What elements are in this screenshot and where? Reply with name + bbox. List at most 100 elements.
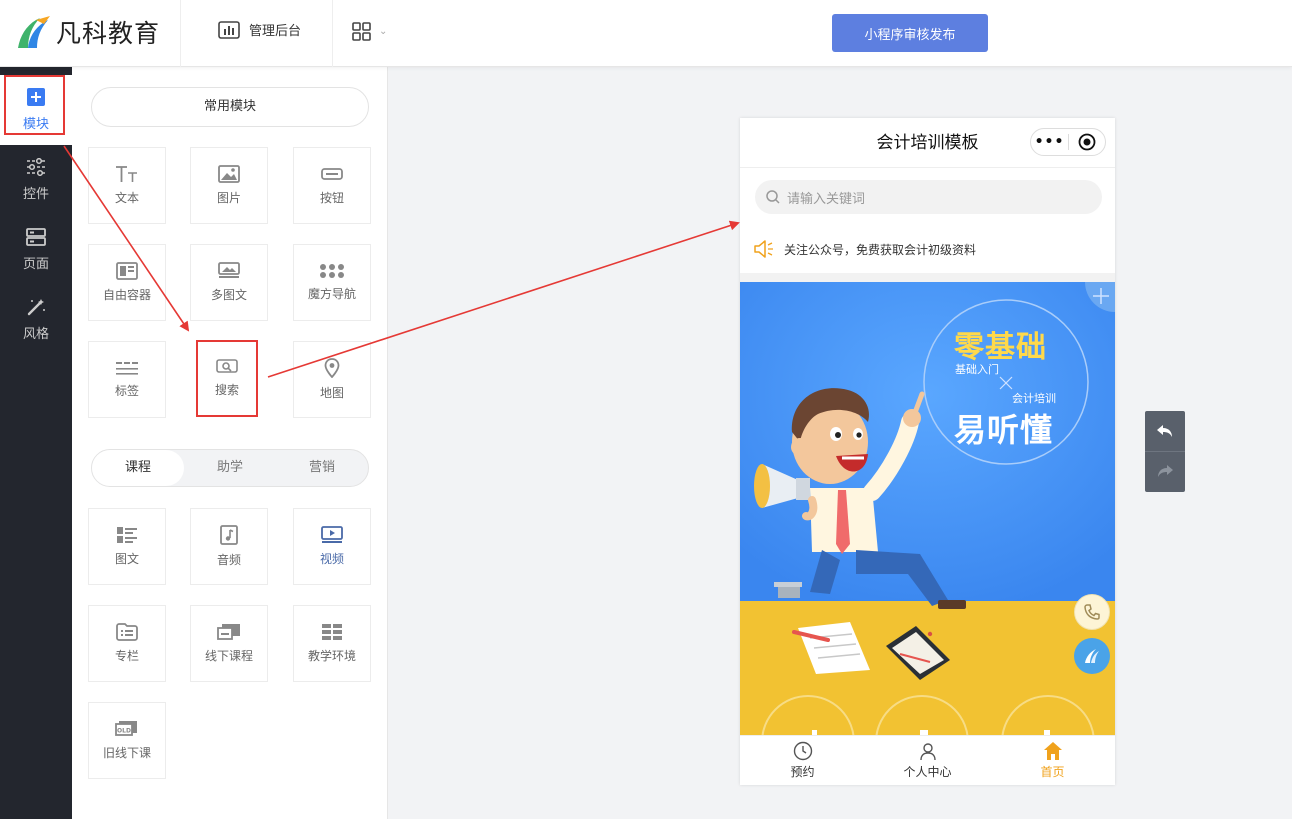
logo-mark-icon: [1085, 649, 1099, 663]
module-label: 搜索: [214, 383, 239, 397]
apps-menu[interactable]: ⌄: [352, 22, 387, 41]
map-pin-icon: [324, 358, 340, 378]
close-target-icon[interactable]: [1069, 133, 1105, 151]
module-panel: 常用模块 文本 图片 按钮 自由容器 多图文 魔方导航 标签 搜索 地图 课程 …: [72, 67, 388, 819]
admin-label: 管理后台: [249, 24, 302, 39]
module-audio[interactable]: 音频: [190, 508, 268, 585]
nav-label: 风格: [22, 327, 49, 342]
tab-study-aid[interactable]: 助学: [184, 450, 276, 486]
search-icon: [216, 359, 238, 373]
module-video[interactable]: 视频: [293, 508, 371, 585]
module-old-offline[interactable]: OLD 旧线下课: [88, 702, 166, 779]
plus-square-icon: [27, 88, 45, 106]
tab-marketing[interactable]: 营销: [276, 450, 368, 486]
phone-bottom-nav: 预约 个人中心 首页: [740, 735, 1115, 785]
admin-link[interactable]: 管理后台: [218, 20, 301, 39]
module-label: 自由容器: [102, 288, 151, 302]
tab-course[interactable]: 课程: [92, 450, 184, 486]
sliders-icon: [27, 158, 45, 176]
module-teaching-environment[interactable]: 教学环境: [293, 605, 371, 682]
common-modules-title: 常用模块: [91, 87, 369, 127]
module-label: 线下课程: [204, 649, 253, 663]
old-offline-icon: OLD: [115, 721, 137, 736]
module-label: 地图: [319, 386, 344, 400]
nav-label: 模块: [22, 117, 49, 132]
bottom-nav-home[interactable]: 首页: [990, 736, 1115, 785]
notice-text: 关注公众号，免费获取会计初级资料: [784, 242, 977, 257]
banner-image[interactable]: 零基础 基础入门 会计培训 易听懂: [740, 282, 1115, 785]
speaker-icon: [754, 240, 773, 258]
bottom-nav-label: 个人中心: [903, 765, 952, 779]
banner-headline-1: 零基础: [954, 330, 1047, 365]
banner-headline-2: 易听懂: [954, 411, 1054, 449]
clock-icon: [793, 741, 812, 761]
environment-icon: [322, 624, 342, 640]
redo-button[interactable]: [1145, 452, 1185, 492]
apps-grid-icon: [352, 22, 371, 41]
grid-dots-icon: [320, 264, 344, 278]
section-gap: [740, 273, 1115, 282]
phone-search-bar[interactable]: 请输入关键词: [755, 180, 1102, 214]
search-icon: [766, 190, 780, 204]
module-label: 视频: [319, 552, 344, 566]
bottom-nav-booking[interactable]: 预约: [740, 736, 865, 785]
nav-item-style[interactable]: 风格: [0, 285, 72, 355]
brand-float-button[interactable]: [1074, 638, 1110, 674]
module-label: 魔方导航: [307, 287, 356, 301]
module-label: 图文: [114, 552, 139, 566]
bottom-nav-profile[interactable]: 个人中心: [865, 736, 990, 785]
module-label: 教学环境: [307, 649, 356, 663]
more-dots-icon[interactable]: •••: [1031, 134, 1068, 150]
phone-icon: [1084, 604, 1100, 620]
module-label: 图片: [216, 191, 241, 205]
notice-bar[interactable]: 关注公众号，免费获取会计初级资料: [754, 240, 976, 258]
undo-icon: [1157, 425, 1172, 437]
logo-text: 凡科教育: [56, 19, 161, 48]
header-divider: [180, 0, 181, 67]
module-offline-course[interactable]: 线下课程: [190, 605, 268, 682]
module-button[interactable]: 按钮: [293, 147, 371, 224]
module-image[interactable]: 图片: [190, 147, 268, 224]
nav-item-controls[interactable]: 控件: [0, 145, 72, 215]
module-column[interactable]: 专栏: [88, 605, 166, 682]
logo[interactable]: 凡科教育: [14, 14, 160, 50]
multi-image-text-icon: [218, 262, 240, 278]
phone-call-button[interactable]: [1074, 594, 1110, 630]
mini-program-capsule[interactable]: •••: [1030, 128, 1106, 156]
page-layout-icon: [26, 228, 46, 246]
offline-course-icon: [217, 624, 240, 640]
nav-item-pages[interactable]: 页面: [0, 215, 72, 285]
list-image-icon: [117, 527, 137, 543]
module-label: 专栏: [114, 649, 139, 663]
banner-illustration: [740, 282, 1115, 785]
banner-sub-1: 基础入门: [955, 363, 999, 376]
module-label: 音频: [216, 553, 241, 567]
module-search[interactable]: 搜索: [196, 340, 258, 417]
module-map[interactable]: 地图: [293, 341, 371, 418]
module-text[interactable]: 文本: [88, 147, 166, 224]
course-tabs: 课程 助学 营销: [91, 449, 369, 487]
header-divider: [332, 0, 333, 67]
audio-icon: [220, 525, 238, 545]
tabs-icon: [116, 362, 138, 375]
module-multi-image-text[interactable]: 多图文: [190, 244, 268, 321]
bar-chart-icon: [218, 20, 240, 39]
nav-item-modules[interactable]: 模块: [0, 75, 72, 145]
svg-text:OLD: OLD: [117, 728, 131, 735]
banner-sub-2: 会计培训: [1012, 392, 1056, 405]
module-image-text[interactable]: 图文: [88, 508, 166, 585]
module-cube-nav[interactable]: 魔方导航: [293, 244, 371, 321]
video-icon: [321, 526, 343, 543]
publish-button[interactable]: 小程序审核发布: [832, 14, 988, 52]
module-free-container[interactable]: 自由容器: [88, 244, 166, 321]
module-tabs[interactable]: 标签: [88, 341, 166, 418]
redo-icon: [1158, 465, 1173, 477]
folder-icon: [116, 623, 138, 641]
image-icon: [218, 165, 240, 183]
left-nav: 模块 控件 页面 风格: [0, 67, 72, 819]
logo-mark-icon: [18, 16, 50, 48]
button-icon: [321, 168, 343, 180]
nav-label: 控件: [22, 187, 49, 202]
undo-button[interactable]: [1145, 412, 1185, 452]
chevron-down-icon: ⌄: [379, 26, 388, 37]
